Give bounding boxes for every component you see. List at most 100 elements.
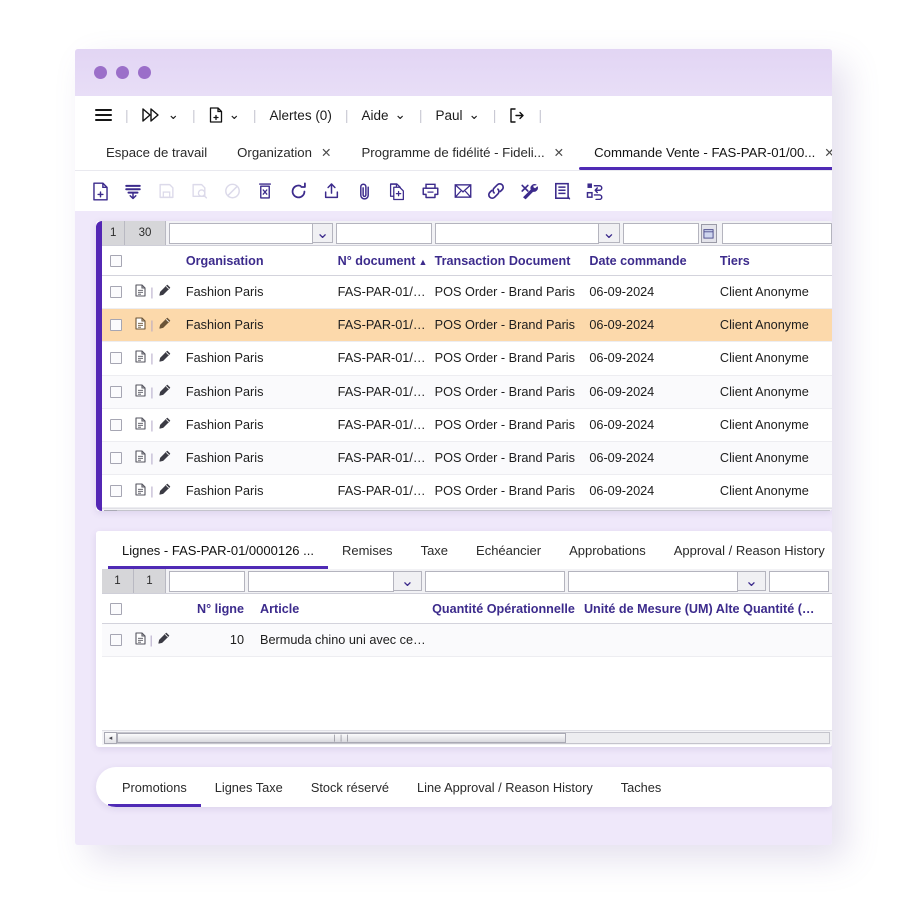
scroll-thumb[interactable]: ❘❘❘ <box>117 733 566 744</box>
lines-select-all-checkbox[interactable] <box>102 602 131 615</box>
tools-icon[interactable] <box>517 179 541 203</box>
lines-filter-article-input[interactable] <box>248 571 394 592</box>
footer-tab-0[interactable]: Promotions <box>108 767 201 807</box>
lines-tab-1[interactable]: Remises <box>328 531 407 569</box>
table-row[interactable]: | Fashion Paris FAS-PAR-01/… POS Order - Br… <box>102 475 832 509</box>
orders-horizontal-scrollbar[interactable]: ◂ ❘❘❘ <box>102 508 832 511</box>
lines-filter-quantite2-input[interactable] <box>769 571 829 592</box>
row-checkbox[interactable] <box>102 634 131 647</box>
column-header-date-commande[interactable]: Date commande <box>585 254 716 268</box>
table-row[interactable]: | Fashion Paris FAS-PAR-01/… POS Order - Br… <box>102 441 832 476</box>
row-edit-pencil-icon[interactable] <box>158 450 171 466</box>
delete-icon[interactable] <box>253 179 277 203</box>
column-header-article[interactable]: Article <box>256 602 428 616</box>
row-checkbox[interactable] <box>102 319 131 332</box>
select-all-checkbox[interactable] <box>102 254 131 267</box>
workflow-icon[interactable] <box>583 179 607 203</box>
orders-filter-organisation-input[interactable] <box>168 223 313 244</box>
tab-programme-de-fidelite[interactable]: Programme de fidélité - Fideli... ✕ <box>346 134 579 170</box>
footer-tab-3[interactable]: Line Approval / Reason History <box>403 767 607 807</box>
save-layers-icon[interactable] <box>121 179 145 203</box>
column-header-document[interactable]: N° document ▲ <box>334 254 431 268</box>
row-document-icon[interactable] <box>135 284 146 300</box>
refresh-icon[interactable] <box>286 179 310 203</box>
lines-tab-5[interactable]: Approval / Reason History <box>660 531 832 569</box>
row-edit-pencil-icon[interactable] <box>158 384 171 400</box>
link-icon[interactable] <box>484 179 508 203</box>
table-row[interactable]: | Fashion Paris FAS-PAR-01/… POS Order - Br… <box>102 375 832 409</box>
column-header-transaction-document[interactable]: Transaction Document <box>431 254 586 268</box>
column-header-quantite-operationnelle[interactable]: Quantité Opérationnelle <box>428 602 580 616</box>
lines-filter-um-dropdown[interactable]: ⌄ <box>738 571 766 591</box>
row-checkbox[interactable] <box>102 418 131 431</box>
table-row[interactable]: | 10 Bermuda chino uni avec ce… <box>102 624 832 658</box>
orders-filter-date-input[interactable] <box>622 223 699 244</box>
lines-page-number[interactable]: 1 <box>102 569 134 593</box>
quick-actions-button[interactable]: ⌄ <box>138 105 183 125</box>
hamburger-menu-button[interactable] <box>91 104 116 127</box>
row-document-icon[interactable] <box>135 450 146 466</box>
window-dot-maximize[interactable] <box>138 66 151 79</box>
new-record-icon[interactable] <box>88 179 112 203</box>
column-header-numero-ligne[interactable]: N° ligne <box>179 602 256 616</box>
row-edit-pencil-icon[interactable] <box>157 632 170 648</box>
orders-filter-transaction-dropdown[interactable]: ⌄ <box>599 223 620 243</box>
footer-tab-2[interactable]: Stock réservé <box>297 767 403 807</box>
column-header-quantite-2[interactable]: Quantité (… <box>739 602 832 616</box>
alerts-button[interactable]: Alertes (0) <box>266 106 336 125</box>
scroll-track[interactable]: ❘❘❘ <box>117 732 830 745</box>
tab-organization[interactable]: Organization ✕ <box>222 134 346 170</box>
scroll-left-arrow-icon[interactable]: ◂ <box>104 510 117 511</box>
lines-horizontal-scrollbar[interactable]: ◂ ❘❘❘ <box>102 730 832 746</box>
row-document-icon[interactable] <box>135 384 146 400</box>
column-header-organisation[interactable]: Organisation <box>182 254 334 268</box>
tab-commande-vente[interactable]: Commande Vente - FAS-PAR-01/00... ✕ <box>579 134 832 170</box>
row-edit-pencil-icon[interactable] <box>158 350 171 366</box>
table-row[interactable]: | Fashion Paris FAS-PAR-01/… POS Order - Br… <box>102 309 832 343</box>
lines-tab-0[interactable]: Lignes - FAS-PAR-01/0000126 ... <box>108 531 328 569</box>
orders-filter-tiers-input[interactable] <box>722 223 832 244</box>
calendar-picker-icon[interactable] <box>700 224 717 243</box>
close-icon[interactable]: ✕ <box>824 145 832 160</box>
row-checkbox[interactable] <box>102 352 131 365</box>
column-header-tiers[interactable]: Tiers <box>716 254 832 268</box>
window-dot-close[interactable] <box>94 66 107 79</box>
orders-page-number[interactable]: 1 <box>102 221 126 245</box>
footer-tab-1[interactable]: Lignes Taxe <box>201 767 297 807</box>
lines-tab-3[interactable]: Echéancier <box>462 531 555 569</box>
row-document-icon[interactable] <box>135 483 146 499</box>
orders-page-size[interactable]: 30 <box>125 221 166 245</box>
row-checkbox[interactable] <box>102 385 131 398</box>
email-icon[interactable] <box>451 179 475 203</box>
close-icon[interactable]: ✕ <box>321 145 331 160</box>
table-row[interactable]: | Fashion Paris FAS-PAR-01/… POS Order - Br… <box>102 408 832 442</box>
row-document-icon[interactable] <box>135 417 146 433</box>
row-edit-pencil-icon[interactable] <box>158 417 171 433</box>
print-icon[interactable] <box>418 179 442 203</box>
orders-filter-document-input[interactable] <box>336 223 433 244</box>
table-row[interactable]: | Fashion Paris FAS-PAR-01/… POS Order - Br… <box>102 342 832 376</box>
row-document-icon[interactable] <box>135 350 146 366</box>
row-checkbox[interactable] <box>102 452 131 465</box>
lines-filter-article-dropdown[interactable]: ⌄ <box>394 571 422 591</box>
row-edit-pencil-icon[interactable] <box>158 317 171 333</box>
row-checkbox[interactable] <box>102 286 131 299</box>
lines-filter-um-input[interactable] <box>568 571 738 592</box>
scroll-left-arrow-icon[interactable]: ◂ <box>104 732 117 745</box>
footer-tab-4[interactable]: Taches <box>607 767 676 807</box>
logout-button[interactable] <box>505 106 529 125</box>
lines-filter-numero-input[interactable] <box>169 571 245 592</box>
user-menu-button[interactable]: Paul ⌄ <box>431 105 483 125</box>
help-menu-button[interactable]: Aide ⌄ <box>357 105 409 125</box>
export-icon[interactable] <box>319 179 343 203</box>
lines-tab-2[interactable]: Taxe <box>407 531 462 569</box>
copy-document-icon[interactable] <box>385 179 409 203</box>
row-document-icon[interactable] <box>135 632 146 648</box>
row-edit-pencil-icon[interactable] <box>158 483 171 499</box>
lines-filter-quantite-input[interactable] <box>425 571 565 592</box>
window-dot-minimize[interactable] <box>116 66 129 79</box>
row-edit-pencil-icon[interactable] <box>158 284 171 300</box>
row-checkbox[interactable] <box>102 485 131 498</box>
new-document-button[interactable]: ⌄ <box>205 105 244 125</box>
row-document-icon[interactable] <box>135 317 146 333</box>
